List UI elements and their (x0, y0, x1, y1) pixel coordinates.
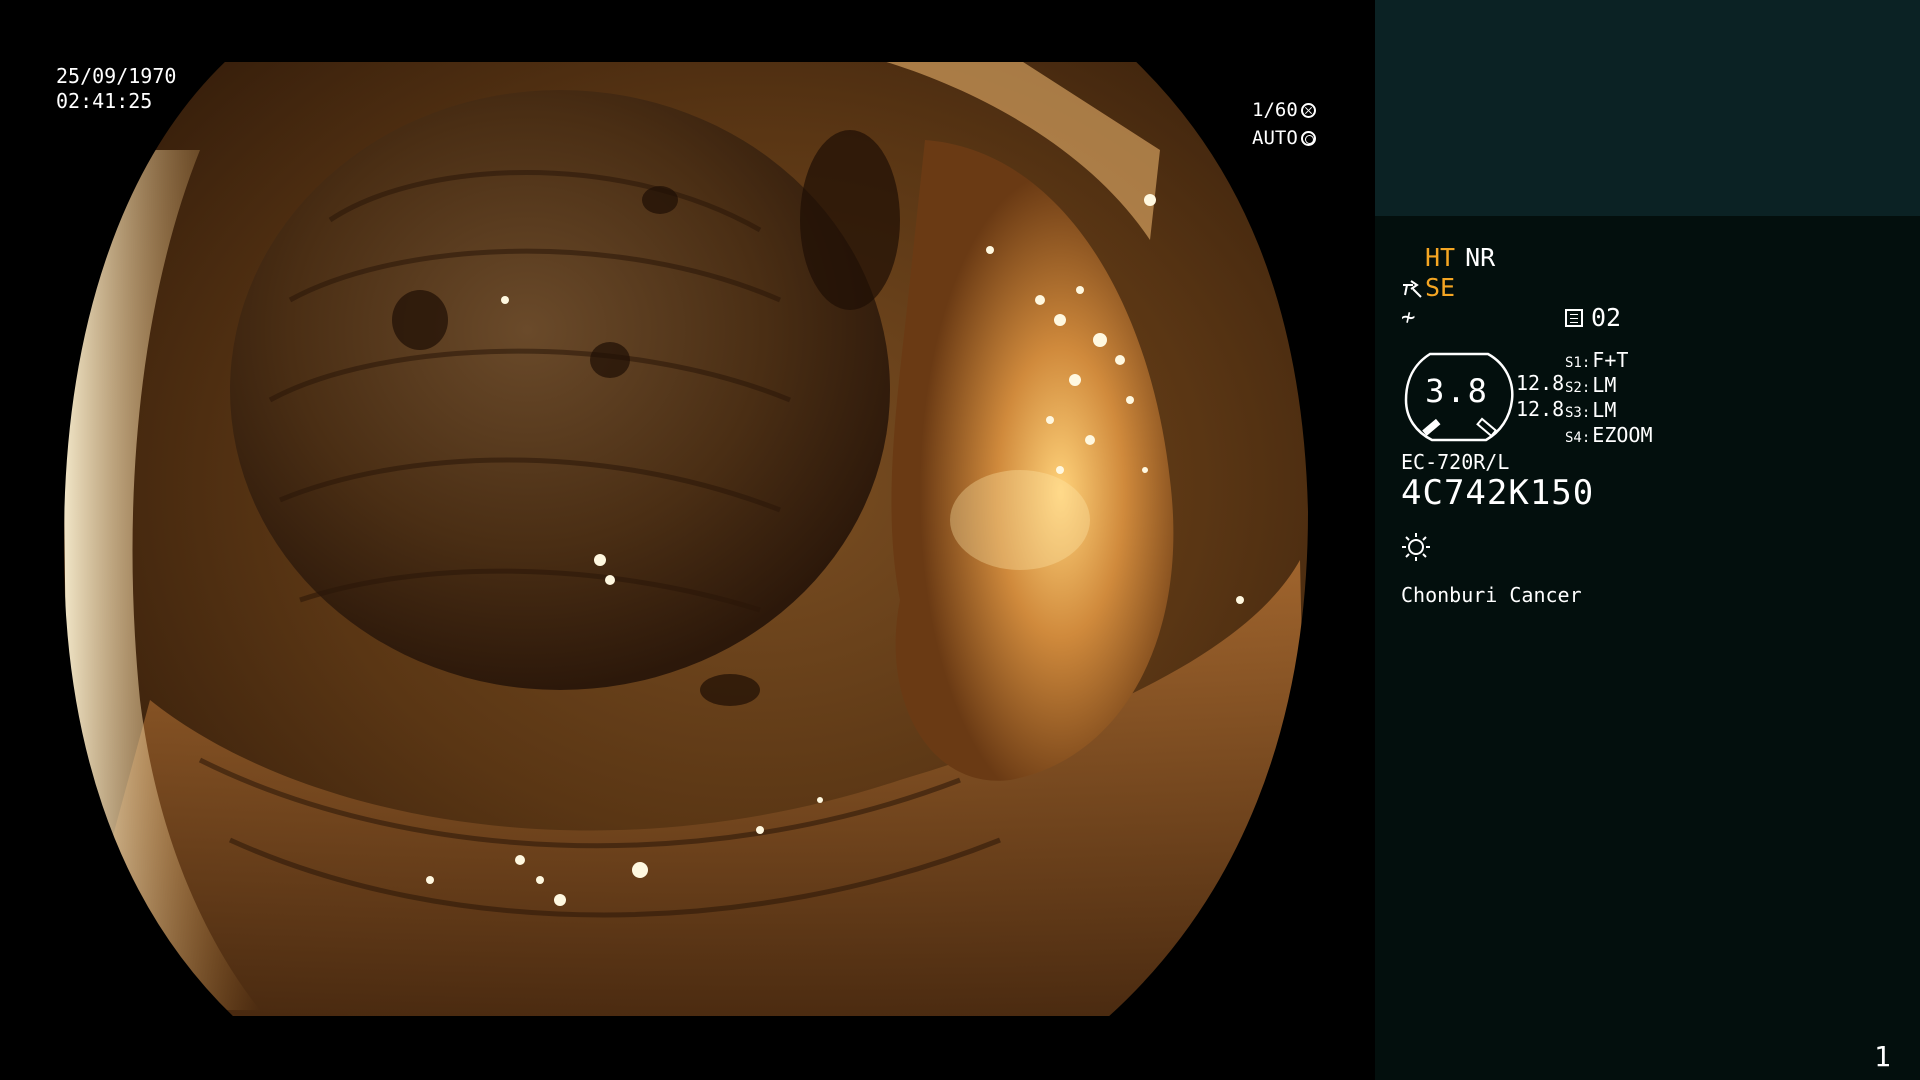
gauge-value: 3.8 (1425, 372, 1489, 410)
page-indicator: 02 (1565, 303, 1621, 332)
structure-row: SE (1401, 273, 1455, 302)
shutter-speed-value: 1/60 (1252, 99, 1298, 121)
enhancement-row: HT NR (1425, 243, 1495, 272)
switch-3-key: S3: (1565, 405, 1591, 421)
scope-serial: 4C742K150 (1401, 473, 1595, 513)
switch-1-key: S1: (1565, 355, 1591, 371)
gauge-top-number: 12.8 (1516, 371, 1565, 395)
se-indicator: SE (1425, 273, 1456, 302)
info-panel: HT NR SE ≁ 02 3.8 12.8 12.8 S1: F+T S2: … (1375, 0, 1920, 1080)
shutter-speed-indicator: 1/60 (1252, 97, 1316, 124)
switch-4-value: EZOOM (1592, 423, 1653, 447)
shutter-mode-indicator: AUTO (1252, 125, 1316, 152)
iris-ring-icon (1300, 131, 1316, 146)
structure-enhance-icon (1403, 279, 1422, 298)
scope-model: EC-720R/L (1401, 450, 1510, 474)
frame-number: 1 (1874, 1040, 1891, 1073)
switch-2-value: LM (1592, 373, 1617, 397)
switch-3: S3: LM (1565, 398, 1616, 422)
nr-indicator: NR (1465, 243, 1496, 272)
switch-1: S1: F+T (1565, 348, 1628, 372)
switch-4: S4: EZOOM (1565, 423, 1653, 447)
endoscopic-image (59, 58, 1313, 1020)
shutter-mode-value: AUTO (1252, 127, 1298, 149)
timestamp-time: 02:41:25 (56, 89, 153, 113)
timestamp-date: 25/09/1970 (56, 64, 177, 88)
switch-3-value: LM (1592, 398, 1617, 422)
freeze-indicator: ≁ (1401, 303, 1416, 331)
info-panel-header (1375, 0, 1920, 216)
light-source-icon (1402, 533, 1430, 561)
switch-4-key: S4: (1565, 430, 1591, 446)
document-icon (1565, 308, 1583, 327)
aperture-icon (1300, 103, 1316, 118)
switch-2-key: S2: (1565, 380, 1591, 396)
ht-indicator: HT (1425, 243, 1456, 272)
switch-1-value: F+T (1592, 348, 1629, 372)
page-number: 02 (1591, 303, 1622, 332)
gauge-bottom-number: 12.8 (1516, 397, 1565, 421)
endoscopy-view: 25/09/1970 02:41:25 1/60 AUTO (0, 0, 1375, 1080)
institution-name: Chonburi Cancer (1401, 583, 1582, 607)
switch-2: S2: LM (1565, 373, 1616, 397)
